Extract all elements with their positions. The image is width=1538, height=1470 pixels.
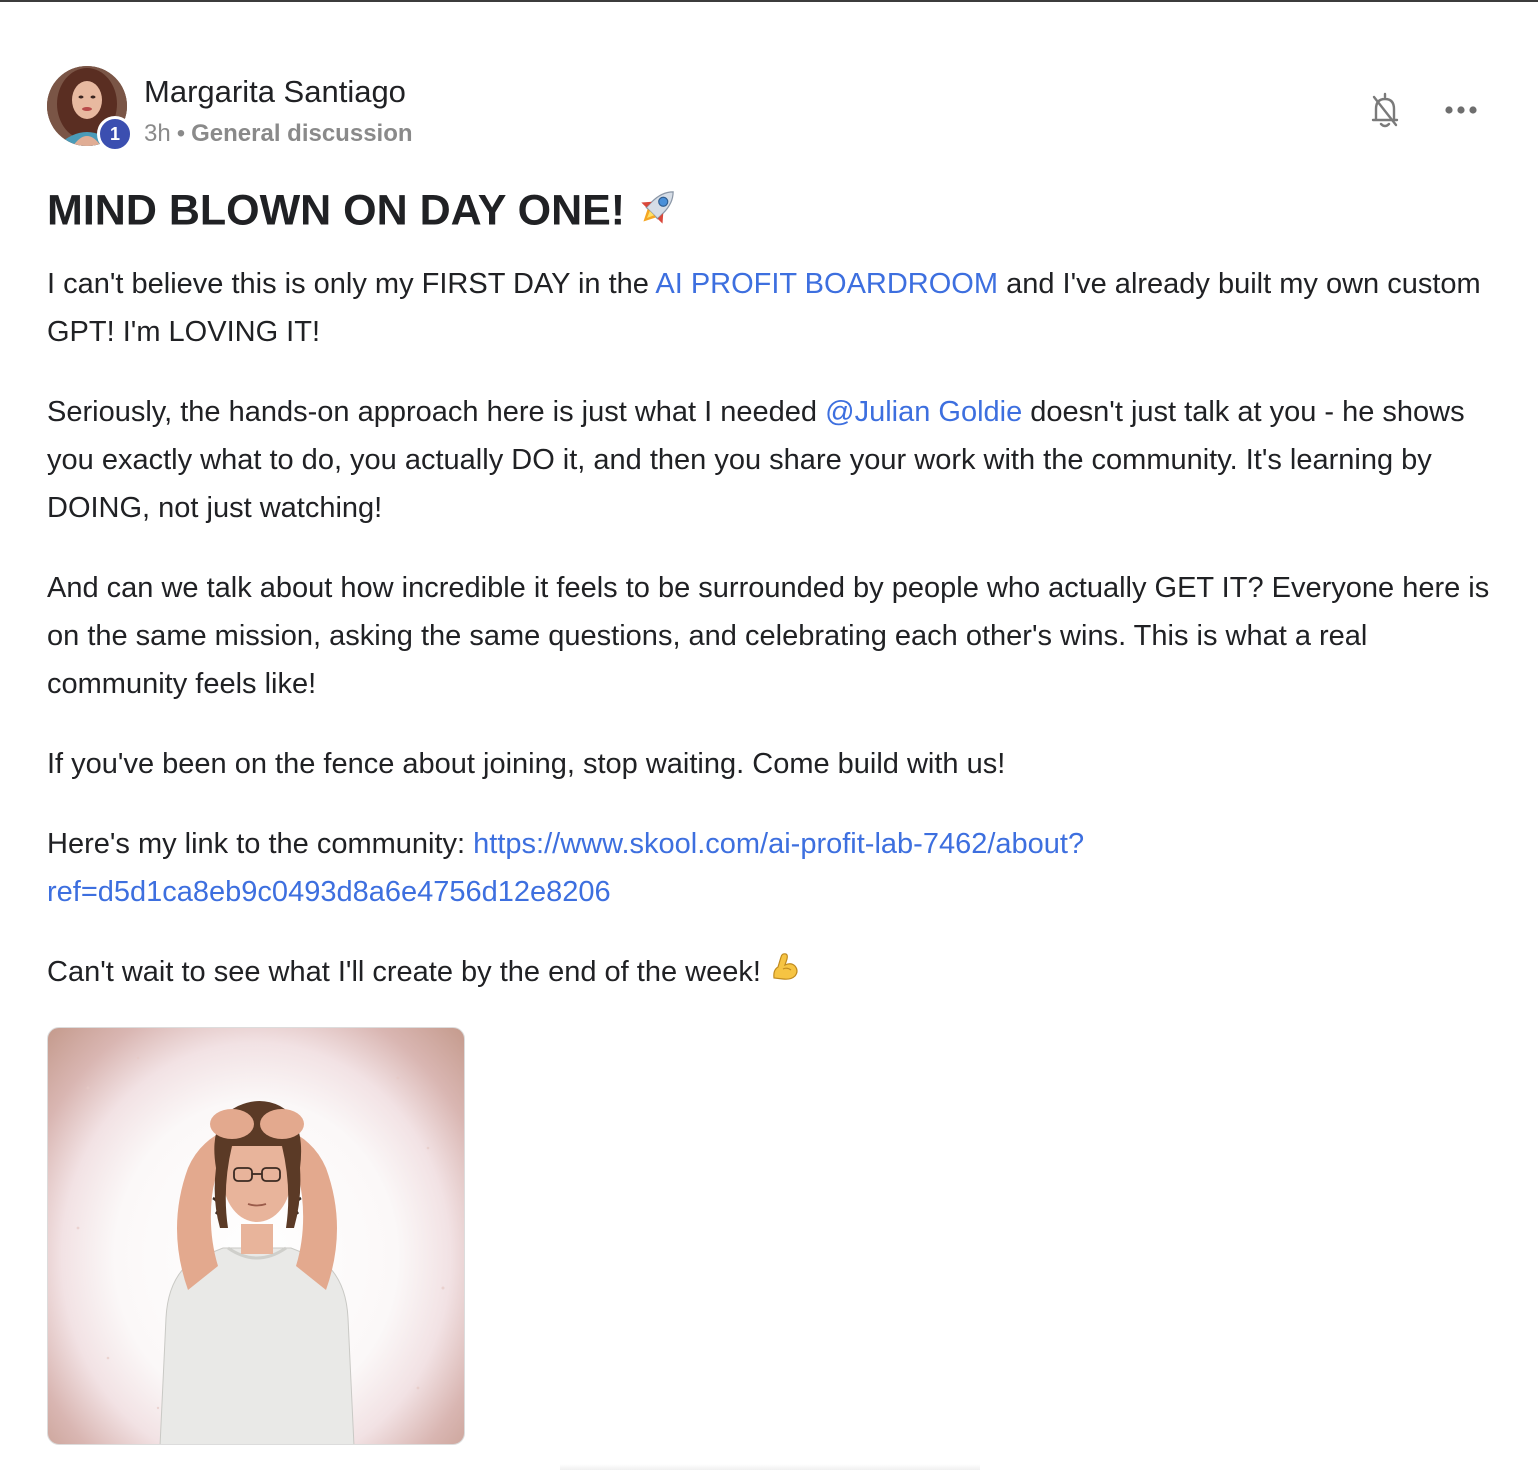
- more-horizontal-icon: [1445, 106, 1477, 114]
- flexed-biceps-icon: [769, 949, 801, 997]
- post-time: 3h: [144, 120, 171, 147]
- post-card: 1 Margarita Santiago 3h • General discussi…: [0, 2, 1538, 1470]
- post-category[interactable]: General discussion: [191, 120, 412, 147]
- post-header: 1 Margarita Santiago 3h • General discussi…: [47, 66, 1491, 156]
- post-body: I can't believe this is only my FIRST DA…: [47, 260, 1507, 1029]
- author-avatar-wrap[interactable]: 1: [47, 66, 133, 152]
- post-meta: 3h • General discussion: [144, 120, 413, 148]
- referral-link-line-2[interactable]: ref=d5d1ca8eb9c0493d8a6e4756d12e8206: [47, 876, 611, 908]
- paragraph-text: Seriously, the hands-on approach here is…: [47, 396, 826, 428]
- paragraph-text: Here's my link to the community:: [47, 828, 474, 860]
- post-title: MIND BLOWN ON DAY ONE!: [47, 182, 1491, 244]
- user-mention-link[interactable]: @Julian Goldie: [825, 396, 1022, 428]
- mind-blown-person-image: [76, 1056, 445, 1444]
- gif-attachment[interactable]: [47, 1027, 465, 1445]
- paragraph-1: I can't believe this is only my FIRST DA…: [47, 260, 1507, 356]
- notification-toggle-button[interactable]: [1365, 88, 1405, 134]
- paragraph-text: Can't wait to see what I'll create by th…: [47, 956, 761, 988]
- community-link[interactable]: AI PROFIT BOARDROOM: [655, 268, 998, 300]
- meta-separator: •: [176, 120, 186, 147]
- paragraph-2: Seriously, the hands-on approach here is…: [47, 388, 1507, 532]
- paragraph-text: I can't believe this is only my FIRST DA…: [47, 268, 656, 300]
- level-badge: 1: [97, 116, 133, 152]
- paragraph-4: If you've been on the fence about joinin…: [47, 748, 1006, 780]
- bell-off-icon: [1371, 92, 1399, 128]
- more-options-button[interactable]: [1439, 94, 1483, 126]
- paragraph-6: Can't wait to see what I'll create by th…: [47, 948, 1507, 997]
- post-title-text: MIND BLOWN ON DAY ONE!: [47, 186, 626, 235]
- paragraph-3: And can we talk about how incredible it …: [47, 572, 1490, 700]
- comment-bar-edge: [560, 1464, 980, 1470]
- rocket-icon: [635, 182, 683, 244]
- author-name[interactable]: Margarita Santiago: [144, 74, 406, 110]
- referral-link-line-1[interactable]: https://www.skool.com/ai-profit-lab-7462…: [473, 828, 1084, 860]
- paragraph-5: Here's my link to the community: https:/…: [47, 820, 1507, 916]
